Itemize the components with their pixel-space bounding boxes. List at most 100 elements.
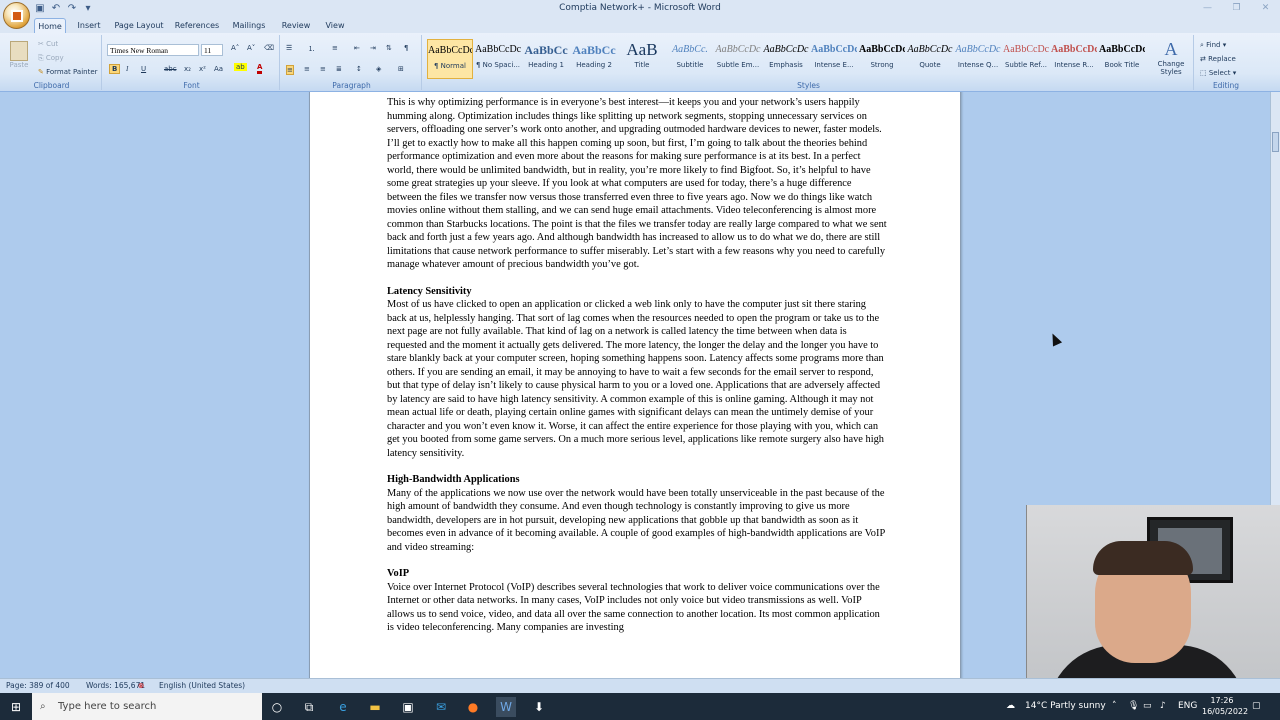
style-preview: AaBbCcDc xyxy=(1099,44,1145,55)
copy-button[interactable]: ⎘ Copy xyxy=(38,54,64,63)
document-content[interactable]: This is why optimizing performance is in… xyxy=(387,96,887,648)
style-13[interactable]: AaBbCcDc Subtle Ref... xyxy=(1003,39,1049,79)
grow-font-button[interactable]: A˄ xyxy=(231,44,239,52)
superscript-button[interactable]: x² xyxy=(199,65,206,73)
select-label: Select xyxy=(1208,69,1231,77)
font-size-select[interactable]: 11 xyxy=(201,44,223,56)
style-9[interactable]: AaBbCcDc Intense E... xyxy=(811,39,857,79)
firefox-icon[interactable]: ● xyxy=(463,697,483,717)
cut-button[interactable]: ✂ Cut xyxy=(38,40,58,48)
replace-label: Replace xyxy=(1208,55,1236,63)
decrease-indent-icon[interactable]: ⇤ xyxy=(354,44,360,52)
style-name: Book Title xyxy=(1104,61,1140,69)
highlight-button[interactable]: ab xyxy=(234,63,247,71)
word-count[interactable]: Words: 165,671 xyxy=(86,679,145,693)
app-taskbar-icon[interactable]: ⬇ xyxy=(529,697,549,717)
taskbar-search[interactable]: ⌕ Type here to search xyxy=(32,693,262,720)
style-name: Subtitle xyxy=(676,61,704,69)
windows-start-icon[interactable]: ⊞ xyxy=(6,697,26,717)
paragraph-voip: Voice over Internet Protocol (VoIP) desc… xyxy=(387,581,880,634)
align-center-icon[interactable]: ≡ xyxy=(304,65,310,73)
justify-icon[interactable]: ≣ xyxy=(336,65,342,73)
italic-button[interactable]: I xyxy=(126,65,128,73)
select-button[interactable]: ⬚ Select ▾ xyxy=(1200,69,1236,77)
bold-button[interactable]: B xyxy=(109,64,121,74)
change-case-button[interactable]: Aa xyxy=(214,65,223,73)
bullets-icon[interactable]: ☰ xyxy=(286,44,292,52)
tray-chevron-icon[interactable]: ˄ xyxy=(1112,693,1117,720)
minimize-icon[interactable]: — xyxy=(1193,0,1222,17)
file-explorer-icon[interactable]: ▬ xyxy=(365,697,385,717)
style-8[interactable]: AaBbCcDc Emphasis xyxy=(763,39,809,79)
align-left-icon[interactable]: ≡ xyxy=(286,65,294,75)
format-painter-button[interactable]: ✎ Format Painter xyxy=(38,68,98,76)
style-12[interactable]: AaBbCcDc Intense Q... xyxy=(955,39,1001,79)
borders-icon[interactable]: ⊞ xyxy=(398,65,404,73)
tab-review[interactable]: Review xyxy=(280,18,312,33)
strikethrough-button[interactable]: abc xyxy=(164,65,177,73)
close-icon[interactable]: ✕ xyxy=(1251,0,1280,17)
font-color-button[interactable]: A xyxy=(257,63,263,74)
weather-text[interactable]: 14°C Partly sunny xyxy=(1025,693,1106,720)
task-view-icon[interactable]: ⧉ xyxy=(299,697,319,717)
language-indicator[interactable]: English (United States) xyxy=(159,679,245,693)
align-right-icon[interactable]: ≡ xyxy=(320,65,326,73)
shading-icon[interactable]: ◈ xyxy=(376,65,381,73)
font-family-select[interactable]: Times New Roman xyxy=(107,44,199,56)
office-button[interactable] xyxy=(3,2,30,29)
paste-button[interactable]: Paste xyxy=(8,41,30,75)
style-15[interactable]: AaBbCcDc Book Title xyxy=(1099,39,1145,79)
tab-insert[interactable]: Insert xyxy=(74,18,104,33)
language-tray[interactable]: ENG xyxy=(1178,693,1197,720)
style-4[interactable]: AaBbCc Heading 2 xyxy=(571,39,617,79)
tab-view[interactable]: View xyxy=(322,18,348,33)
word-taskbar-icon[interactable]: W xyxy=(496,697,516,717)
find-button[interactable]: ⌕ Find ▾ xyxy=(1200,41,1226,50)
ribbon-tabs: Home Insert Page Layout References Maili… xyxy=(0,18,1280,33)
shrink-font-button[interactable]: A˅ xyxy=(247,44,255,52)
edge-icon[interactable]: e xyxy=(333,697,353,717)
style-6[interactable]: AaBbCc. Subtitle xyxy=(667,39,713,79)
numbering-icon[interactable]: ⒈ xyxy=(308,44,315,54)
clock[interactable]: 17:26 16/05/2022 xyxy=(1202,695,1248,717)
volume-icon[interactable]: ♪ xyxy=(1160,693,1166,720)
scrollbar-thumb[interactable] xyxy=(1272,132,1279,152)
show-formatting-icon[interactable]: ¶ xyxy=(404,44,408,52)
microphone-icon[interactable]: 🎙 xyxy=(1128,693,1139,720)
style-name: Intense R... xyxy=(1054,61,1094,69)
increase-indent-icon[interactable]: ⇥ xyxy=(370,44,376,52)
mail-icon[interactable]: ✉ xyxy=(431,697,451,717)
multilevel-list-icon[interactable]: ≡ xyxy=(332,44,338,52)
sort-icon[interactable]: ⇅ xyxy=(386,44,392,52)
tab-home[interactable]: Home xyxy=(34,18,66,33)
style-1[interactable]: AaBbCcDc ¶ Normal xyxy=(427,39,473,79)
underline-button[interactable]: U xyxy=(141,65,146,73)
style-preview: AaBbCc xyxy=(572,43,616,57)
copy-label: Copy xyxy=(45,54,64,62)
change-styles-button[interactable]: A Change Styles xyxy=(1151,39,1191,76)
tab-mailings[interactable]: Mailings xyxy=(228,18,270,33)
network-icon[interactable]: ▭ xyxy=(1143,693,1152,720)
replace-button[interactable]: ⇄ Replace xyxy=(1200,55,1236,63)
proofing-icon[interactable]: ⊗ xyxy=(138,679,144,693)
document-page[interactable]: This is why optimizing performance is in… xyxy=(309,92,961,678)
weather-icon[interactable]: ☁ xyxy=(1006,693,1015,720)
restore-icon[interactable]: ❐ xyxy=(1222,0,1251,17)
style-7[interactable]: AaBbCcDc Subtle Em... xyxy=(715,39,761,79)
store-icon[interactable]: ▣ xyxy=(398,697,418,717)
tab-page-layout[interactable]: Page Layout xyxy=(114,18,164,33)
style-11[interactable]: AaBbCcDc Quote xyxy=(907,39,953,79)
cortana-icon[interactable]: ○ xyxy=(267,697,287,717)
style-5[interactable]: AaB Title xyxy=(619,39,665,79)
style-3[interactable]: AaBbCc Heading 1 xyxy=(523,39,569,79)
style-2[interactable]: AaBbCcDc ¶ No Spaci... xyxy=(475,39,521,79)
tab-references[interactable]: References xyxy=(174,18,220,33)
clear-formatting-icon[interactable]: ⌫ xyxy=(264,44,274,52)
line-spacing-icon[interactable]: ↕ xyxy=(356,65,362,73)
page-count[interactable]: Page: 389 of 400 xyxy=(6,679,70,693)
style-14[interactable]: AaBbCcDc Intense R... xyxy=(1051,39,1097,79)
style-name: Quote xyxy=(919,61,941,69)
style-10[interactable]: AaBbCcDc Strong xyxy=(859,39,905,79)
subscript-button[interactable]: x₂ xyxy=(184,65,191,73)
notifications-icon[interactable]: ▢ xyxy=(1252,693,1261,720)
